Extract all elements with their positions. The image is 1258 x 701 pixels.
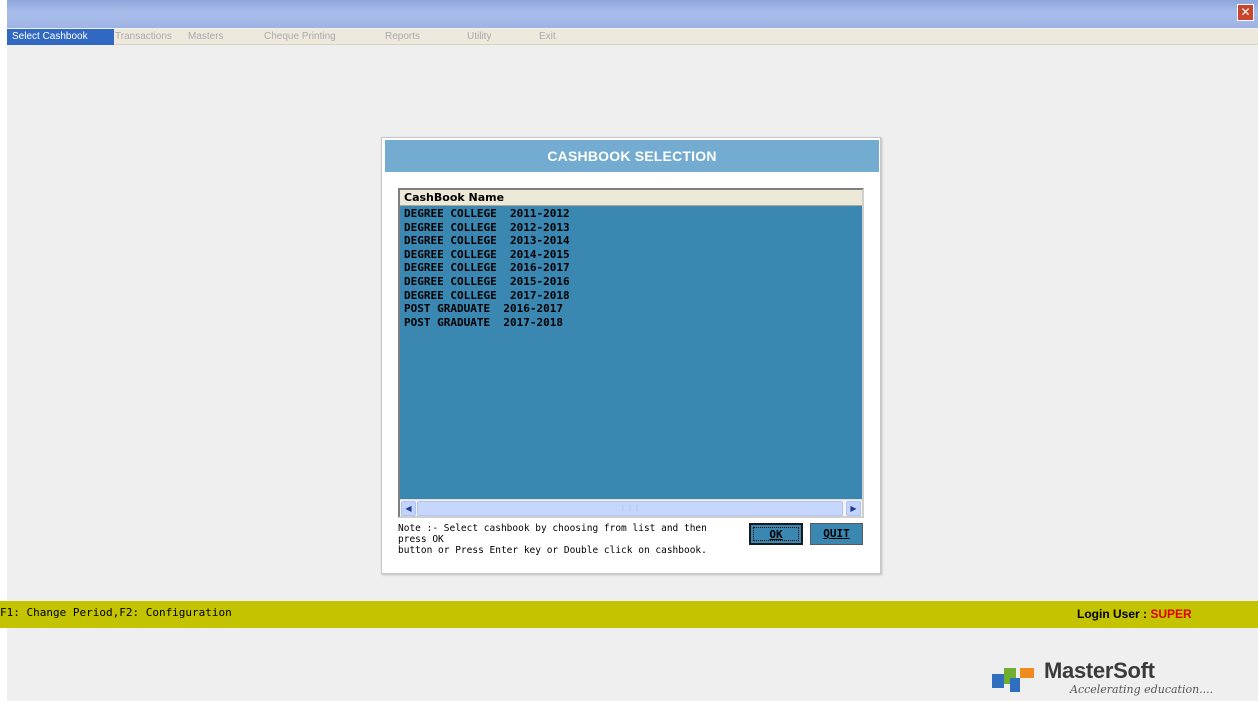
ok-button[interactable]: OK: [749, 523, 803, 545]
mastersoft-logo: MasterSoft Accelerating education....: [990, 658, 1220, 698]
list-body[interactable]: DEGREE COLLEGE 2011-2012 DEGREE COLLEGE …: [400, 207, 862, 499]
menu-exit[interactable]: Exit: [539, 29, 556, 45]
list-item[interactable]: DEGREE COLLEGE 2014-2015: [400, 248, 862, 262]
menu-cheque-printing[interactable]: Cheque Printing: [264, 29, 336, 45]
menu-select-cashbook[interactable]: Select Cashbook: [7, 29, 114, 45]
brand-tagline: Accelerating education....: [1070, 683, 1214, 696]
shortcut-hints: F1: Change Period,F2: Configuration: [0, 606, 232, 619]
window-titlebar: ✕: [7, 0, 1258, 28]
list-item[interactable]: DEGREE COLLEGE 2017-2018: [400, 289, 862, 303]
list-item[interactable]: DEGREE COLLEGE 2015-2016: [400, 275, 862, 289]
menu-bar: Select Cashbook Transactions Masters Che…: [7, 29, 1258, 45]
cashbook-selection-dialog: CASHBOOK SELECTION CashBook Name DEGREE …: [381, 137, 881, 574]
menu-masters[interactable]: Masters: [188, 29, 224, 45]
menu-utility[interactable]: Utility: [467, 29, 491, 45]
list-item[interactable]: DEGREE COLLEGE 2012-2013: [400, 221, 862, 235]
dialog-title: CASHBOOK SELECTION: [385, 140, 879, 172]
horizontal-scrollbar[interactable]: ◀ ⋮⋮⋮ ▶: [400, 499, 862, 516]
login-user-label: Login User :: [1077, 607, 1151, 621]
menu-transactions[interactable]: Transactions: [115, 29, 172, 45]
note-line-2: button or Press Enter key or Double clic…: [398, 545, 707, 556]
instruction-note: Note :- Select cashbook by choosing from…: [398, 523, 738, 556]
quit-button[interactable]: QUIT: [810, 523, 863, 545]
scroll-left-icon[interactable]: ◀: [401, 501, 416, 516]
list-item[interactable]: DEGREE COLLEGE 2011-2012: [400, 207, 862, 221]
list-column-header[interactable]: CashBook Name: [400, 190, 862, 206]
list-item[interactable]: DEGREE COLLEGE 2013-2014: [400, 234, 862, 248]
brand-name: MasterSoft: [1044, 658, 1155, 683]
window-frame-left: [0, 0, 7, 701]
note-line-1: Note :- Select cashbook by choosing from…: [398, 523, 707, 545]
login-user-indicator: Login User : SUPER: [1077, 601, 1192, 627]
mastersoft-logo-icon: [992, 668, 1034, 692]
menu-reports[interactable]: Reports: [385, 29, 420, 45]
status-bar: F1: Change Period,F2: Configuration Logi…: [0, 601, 1258, 628]
login-user-name: SUPER: [1150, 607, 1192, 621]
list-item[interactable]: POST GRADUATE 2016-2017: [400, 302, 862, 316]
cashbook-list[interactable]: CashBook Name DEGREE COLLEGE 2011-2012 D…: [398, 188, 864, 518]
list-item[interactable]: DEGREE COLLEGE 2016-2017: [400, 261, 862, 275]
scroll-thumb[interactable]: ⋮⋮⋮: [417, 501, 843, 516]
close-icon[interactable]: ✕: [1237, 4, 1254, 21]
scroll-right-icon[interactable]: ▶: [846, 501, 861, 516]
list-item[interactable]: POST GRADUATE 2017-2018: [400, 316, 862, 330]
